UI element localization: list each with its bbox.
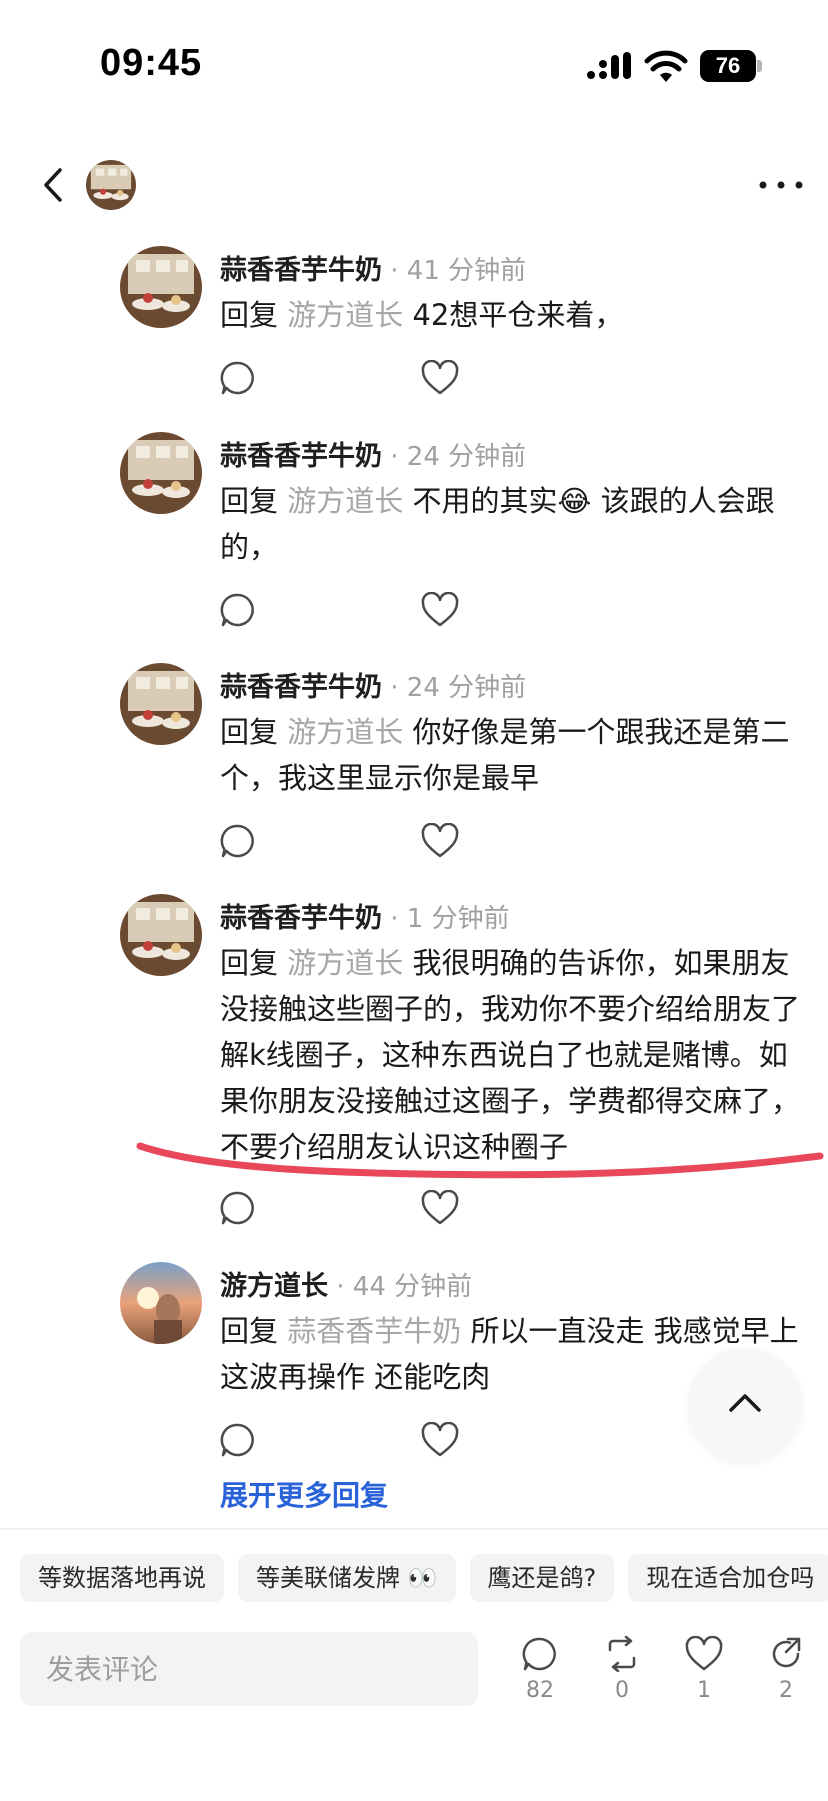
quick-reply-chip[interactable]: 等数据落地再说: [20, 1554, 224, 1602]
more-options-icon[interactable]: [756, 170, 806, 200]
comment-input[interactable]: [20, 1632, 478, 1706]
reply-mention[interactable]: 蒜香香芋牛奶: [287, 1314, 461, 1348]
comment-time: 24 分钟前: [406, 442, 527, 472]
comment-time: 41 分钟前: [406, 256, 527, 286]
comment-count-button[interactable]: 82: [510, 1636, 570, 1716]
comment-author[interactable]: 蒜香香芋牛奶: [220, 672, 382, 703]
like-button[interactable]: 1: [674, 1636, 734, 1716]
quick-reply-chip[interactable]: 鹰还是鸽?: [469, 1554, 615, 1602]
comment-actions: [220, 1190, 480, 1230]
quick-reply-chip[interactable]: 等美联储发牌 👀: [238, 1554, 456, 1602]
avatar-image: [120, 894, 202, 976]
like-heart-icon[interactable]: [420, 592, 460, 628]
cellular-signal-icon: [587, 52, 631, 79]
comment-author[interactable]: 蒜香香芋牛奶: [220, 903, 382, 934]
reply-mention[interactable]: 游方道长: [287, 298, 403, 332]
like-heart-icon[interactable]: [420, 1422, 460, 1458]
share-count: 2: [779, 1678, 793, 1703]
avatar-image: [120, 1262, 202, 1344]
share-button[interactable]: 2: [756, 1636, 816, 1716]
comment-time: 1 分钟前: [406, 904, 510, 934]
comment-time: 44 分钟前: [352, 1272, 473, 1302]
separator-dot: ·: [328, 1272, 353, 1302]
quick-reply-chip[interactable]: 现在适合加仓吗: [628, 1554, 828, 1602]
comment-actions: [220, 592, 480, 632]
comment-body: 回复 游方道长 你好像是第一个跟我还是第二个，我这里显示你是最早: [220, 709, 810, 801]
comment-header: 游方道长 · 44 分钟前: [220, 1264, 472, 1303]
reply-label: 回复: [220, 715, 279, 749]
comment-body: 回复 游方道长 我很明确的告诉你，如果朋友没接触这些圈子的，我劝你不要介绍给朋友…: [220, 940, 810, 1170]
reply-bubble-icon[interactable]: [220, 1422, 256, 1458]
back-arrow-icon[interactable]: [36, 162, 72, 208]
battery-level: 76: [700, 50, 756, 82]
author-avatar[interactable]: [86, 160, 136, 210]
share-icon: [772, 1637, 801, 1668]
separator-dot: ·: [382, 256, 407, 286]
comment-bubble-icon: [522, 1637, 556, 1671]
comment-compose-box[interactable]: [20, 1632, 478, 1706]
heart-icon: [685, 1636, 723, 1671]
reply-label: 回复: [220, 484, 279, 518]
reply-bubble-icon[interactable]: [220, 592, 256, 628]
avatar-image: [120, 432, 202, 514]
status-bar: 09:45 76: [0, 0, 828, 130]
repost-icon: [608, 1636, 636, 1672]
comment-text: 42想平仓来着，: [412, 298, 624, 332]
comment-author[interactable]: 蒜香香芋牛奶: [220, 441, 382, 472]
like-heart-icon[interactable]: [420, 360, 460, 396]
like-count: 1: [697, 1678, 711, 1703]
wifi-icon: [644, 50, 688, 82]
bottom-divider: [0, 1528, 828, 1530]
comment-actions: [220, 360, 480, 400]
comment-count: 82: [526, 1678, 554, 1703]
commenter-avatar[interactable]: [120, 246, 202, 328]
reply-label: 回复: [220, 298, 279, 332]
reply-bubble-icon[interactable]: [220, 1190, 256, 1226]
comment-header: 蒜香香芋牛奶 · 24 分钟前: [220, 434, 526, 473]
comment-body: 回复 游方道长 不用的其实😂 该跟的人会跟的，: [220, 478, 810, 570]
repost-button[interactable]: 0: [592, 1636, 652, 1716]
commenter-avatar[interactable]: [120, 894, 202, 976]
separator-dot: ·: [382, 442, 407, 472]
comment-actions: [220, 823, 480, 863]
reply-bubble-icon[interactable]: [220, 823, 256, 859]
nav-bar: [0, 140, 828, 230]
comment-header: 蒜香香芋牛奶 · 1 分钟前: [220, 896, 510, 935]
commenter-avatar[interactable]: [120, 663, 202, 745]
comment-body: 回复 游方道长 42想平仓来着，: [220, 292, 810, 338]
comment-time: 24 分钟前: [406, 673, 527, 703]
reply-mention[interactable]: 游方道长: [287, 484, 403, 518]
like-heart-icon[interactable]: [420, 1190, 460, 1226]
comment-actions: [220, 1422, 480, 1462]
scroll-to-top-button[interactable]: [688, 1348, 802, 1462]
chevron-up-icon: [729, 1394, 761, 1412]
reply-bubble-icon[interactable]: [220, 360, 256, 396]
commenter-avatar[interactable]: [120, 1262, 202, 1344]
battery-cap: [757, 60, 762, 72]
avatar-image: [120, 663, 202, 745]
avatar-image: [120, 246, 202, 328]
comment-author[interactable]: 蒜香香芋牛奶: [220, 255, 382, 286]
separator-dot: ·: [382, 673, 407, 703]
expand-more-replies-link[interactable]: 展开更多回复: [220, 1474, 388, 1514]
comment-author[interactable]: 游方道长: [220, 1271, 328, 1302]
repost-count: 0: [615, 1678, 629, 1703]
comment-header: 蒜香香芋牛奶 · 41 分钟前: [220, 248, 526, 287]
reply-label: 回复: [220, 1314, 279, 1348]
like-heart-icon[interactable]: [420, 823, 460, 859]
battery-indicator: 76: [700, 50, 762, 82]
reply-mention[interactable]: 游方道长: [287, 946, 403, 980]
status-time: 09:45: [100, 42, 203, 84]
reply-mention[interactable]: 游方道长: [287, 715, 403, 749]
avatar-image: [86, 160, 136, 210]
commenter-avatar[interactable]: [120, 432, 202, 514]
reply-label: 回复: [220, 946, 279, 980]
comment-header: 蒜香香芋牛奶 · 24 分钟前: [220, 665, 526, 704]
quick-reply-chips: 等数据落地再说 等美联储发牌 👀 鹰还是鸽? 现在适合加仓吗: [20, 1554, 828, 1602]
separator-dot: ·: [382, 904, 407, 934]
